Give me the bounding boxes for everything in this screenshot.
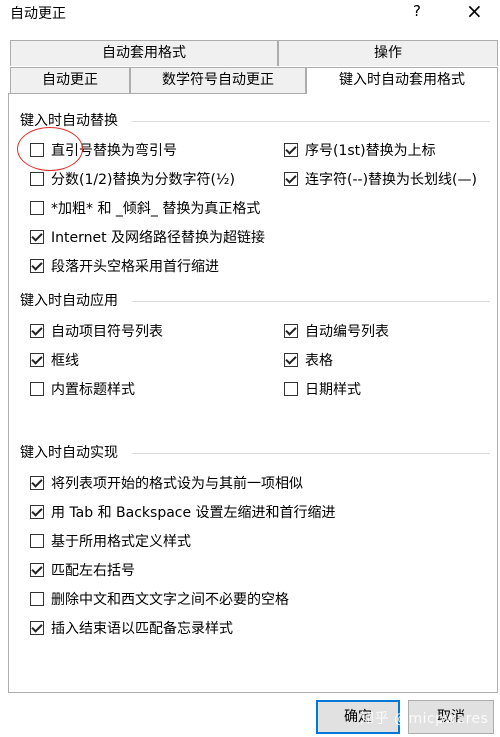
option-auto-bullets[interactable]: 自动项目符号列表 <box>30 321 163 341</box>
section-divider <box>132 453 490 454</box>
checkbox[interactable] <box>284 324 298 338</box>
option-label: 将列表项开始的格式设为与其前一项相似 <box>51 476 303 492</box>
option-borders[interactable]: 框线 <box>30 350 79 370</box>
tab-row-bottom: 自动更正 数学符号自动更正 键入时自动套用格式 <box>10 67 498 94</box>
highlight-circle <box>17 127 83 171</box>
section-title-replace: 键入时自动替换 <box>20 113 118 129</box>
tab-autoformat[interactable]: 自动套用格式 <box>10 40 278 66</box>
option-list-format[interactable]: 将列表项开始的格式设为与其前一项相似 <box>30 473 303 493</box>
option-date-styles[interactable]: 日期样式 <box>284 379 361 399</box>
option-label: 序号(1st)替换为上标 <box>305 143 436 159</box>
checkbox[interactable] <box>30 353 44 367</box>
option-label: 段落开头空格采用首行缩进 <box>51 259 219 275</box>
checkbox[interactable] <box>30 324 44 338</box>
tab-math-autocorrect[interactable]: 数学符号自动更正 <box>130 67 306 93</box>
option-fractions[interactable]: 分数(1/2)替换为分数字符(½) <box>30 169 235 189</box>
option-tab-backspace-indent[interactable]: 用 Tab 和 Backspace 设置左缩进和首行缩进 <box>30 502 336 522</box>
option-label: 基于所用格式定义样式 <box>51 534 191 550</box>
help-icon[interactable]: ? <box>413 2 421 20</box>
watermark: 知乎 @micpwares <box>360 711 489 727</box>
option-match-parentheses[interactable]: 匹配左右括号 <box>30 560 135 580</box>
option-label: 删除中文和西文文字之间不必要的空格 <box>51 592 289 608</box>
option-tables[interactable]: 表格 <box>284 350 333 370</box>
checkbox[interactable] <box>30 476 44 490</box>
checkbox[interactable] <box>30 172 44 186</box>
option-label: 插入结束语以匹配备忘录样式 <box>51 621 233 637</box>
section-divider <box>132 121 490 122</box>
title-bar: 自动更正 ? × <box>0 0 500 27</box>
checkbox[interactable] <box>284 382 298 396</box>
option-label: 内置标题样式 <box>51 382 135 398</box>
section-divider <box>132 301 490 302</box>
tab-autocorrect[interactable]: 自动更正 <box>10 67 130 93</box>
checkbox[interactable] <box>284 353 298 367</box>
checkbox[interactable] <box>30 534 44 548</box>
close-icon[interactable]: × <box>466 0 483 22</box>
option-heading-styles[interactable]: 内置标题样式 <box>30 379 135 399</box>
option-first-line-indent[interactable]: 段落开头空格采用首行缩进 <box>30 256 219 276</box>
window-title: 自动更正 <box>10 6 66 22</box>
checkbox[interactable] <box>30 563 44 577</box>
option-label: 分数(1/2)替换为分数字符(½) <box>51 172 235 188</box>
option-auto-numbering[interactable]: 自动编号列表 <box>284 321 389 341</box>
tab-actions[interactable]: 操作 <box>278 40 498 66</box>
checkbox[interactable] <box>30 201 44 215</box>
option-label: 连字符(--)替换为长划线(—) <box>305 172 477 188</box>
checkbox[interactable] <box>30 259 44 273</box>
option-label: Internet 及网络路径替换为超链接 <box>51 230 266 246</box>
section-title-apply: 键入时自动应用 <box>20 293 118 309</box>
checkbox[interactable] <box>284 172 298 186</box>
option-label: 自动项目符号列表 <box>51 324 163 340</box>
option-label: 匹配左右括号 <box>51 563 135 579</box>
option-remove-spaces[interactable]: 删除中文和西文文字之间不必要的空格 <box>30 589 289 609</box>
option-bold-italic[interactable]: *加粗* 和 _倾斜_ 替换为真正格式 <box>30 198 260 218</box>
tab-autoformat-as-you-type[interactable]: 键入时自动套用格式 <box>306 67 498 94</box>
checkbox[interactable] <box>284 143 298 157</box>
option-label: 表格 <box>305 353 333 369</box>
option-label: 自动编号列表 <box>305 324 389 340</box>
checkbox[interactable] <box>30 382 44 396</box>
checkbox[interactable] <box>30 505 44 519</box>
option-memo-closing[interactable]: 插入结束语以匹配备忘录样式 <box>30 618 233 638</box>
option-ordinals-superscript[interactable]: 序号(1st)替换为上标 <box>284 140 436 160</box>
tab-row-top: 自动套用格式 操作 <box>10 40 498 66</box>
option-label: 框线 <box>51 353 79 369</box>
checkbox[interactable] <box>30 621 44 635</box>
option-label: 用 Tab 和 Backspace 设置左缩进和首行缩进 <box>51 505 336 521</box>
option-hyphens-dash[interactable]: 连字符(--)替换为长划线(—) <box>284 169 477 189</box>
option-define-styles[interactable]: 基于所用格式定义样式 <box>30 531 191 551</box>
checkbox[interactable] <box>30 230 44 244</box>
option-label: 日期样式 <box>305 382 361 398</box>
section-title-auto: 键入时自动实现 <box>20 445 118 461</box>
checkbox[interactable] <box>30 592 44 606</box>
option-hyperlinks[interactable]: Internet 及网络路径替换为超链接 <box>30 227 265 247</box>
option-label: *加粗* 和 _倾斜_ 替换为真正格式 <box>51 201 261 217</box>
